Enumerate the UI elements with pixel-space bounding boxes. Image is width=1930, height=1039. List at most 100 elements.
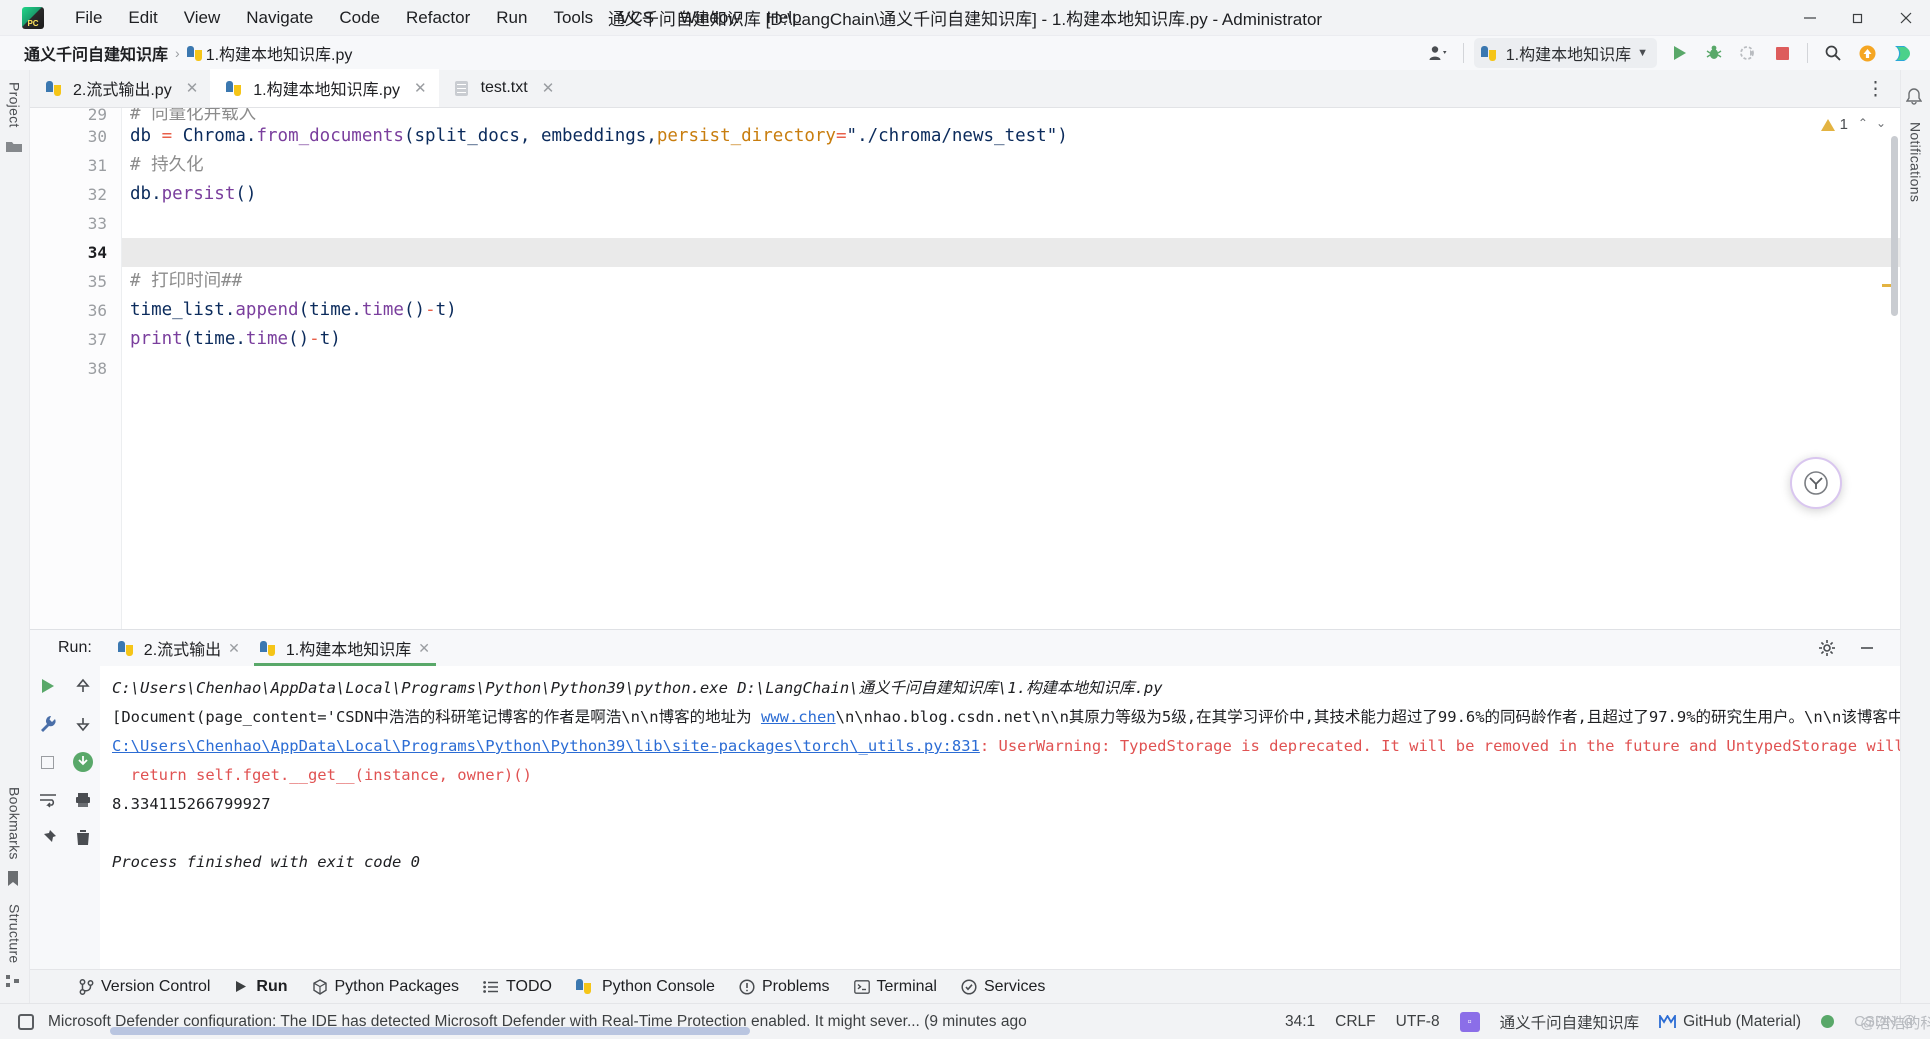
pin-icon[interactable] <box>36 826 60 850</box>
menu-window[interactable]: Window <box>667 4 753 32</box>
menu-file[interactable]: File <box>62 4 115 32</box>
wrench-icon[interactable] <box>36 712 60 736</box>
code-row[interactable]: db = Chroma.from_documents(split_docs, e… <box>122 122 1900 151</box>
search-everywhere-button[interactable] <box>1818 39 1848 67</box>
menu-navigate[interactable]: Navigate <box>233 4 326 32</box>
line-separator[interactable]: CRLF <box>1335 1013 1375 1031</box>
code-row[interactable] <box>122 209 1900 238</box>
editor-gutter[interactable]: 29 30 31 32 33 34 35 36 37 38 <box>30 108 122 629</box>
run-configuration-selector[interactable]: 1.构建本地知识库 ▼ <box>1473 38 1657 68</box>
toolwindow-services[interactable]: Services <box>950 974 1056 1000</box>
run-with-coverage-button[interactable] <box>1733 39 1763 67</box>
tabs-overflow-icon[interactable]: ⋮ <box>1866 78 1900 107</box>
toolwindow-python-console[interactable]: Python Console <box>565 974 726 1000</box>
code-editor[interactable]: 29 30 31 32 33 34 35 36 37 38 # 向量化并载入 db = Chroma… <box>30 108 1900 629</box>
scroll-down-icon[interactable] <box>71 712 95 736</box>
line-number[interactable]: 32 <box>30 180 107 209</box>
maximize-button[interactable] <box>1834 0 1882 36</box>
bookmark-icon[interactable] <box>5 870 25 890</box>
console-link[interactable]: C:\Users\Chenhao\AppData\Local\Programs\… <box>112 737 980 755</box>
rail-item-notifications[interactable]: Notifications <box>1908 122 1924 202</box>
status-project-name[interactable]: 通义千问自建知识库 <box>1500 1011 1640 1033</box>
menu-tools[interactable]: Tools <box>540 4 606 32</box>
editor-code-area[interactable]: # 向量化并载入 db = Chroma.from_documents(split… <box>122 108 1900 629</box>
minimize-icon[interactable] <box>1852 634 1882 662</box>
bell-icon[interactable] <box>1905 88 1926 108</box>
inspection-nav[interactable]: ⌃ ⌄ <box>1858 116 1886 130</box>
event-log-icon[interactable] <box>18 1013 34 1030</box>
menu-view[interactable]: View <box>171 4 234 32</box>
file-encoding[interactable]: UTF-8 <box>1396 1013 1440 1031</box>
menu-refactor[interactable]: Refactor <box>393 4 483 32</box>
toolwindow-problems[interactable]: Problems <box>728 974 841 1000</box>
ai-assistant-button[interactable] <box>1886 39 1916 67</box>
debug-button[interactable] <box>1699 39 1729 67</box>
update-project-button[interactable] <box>1852 39 1882 67</box>
trash-icon[interactable] <box>71 826 95 850</box>
rail-item-project[interactable]: Project <box>7 82 23 128</box>
prev-problem-icon[interactable]: ⌃ <box>1858 116 1868 130</box>
code-row[interactable]: # 打印时间## <box>122 267 1900 296</box>
line-number[interactable]: 33 <box>30 209 107 238</box>
run-tab-0[interactable]: 2.流式输出 ✕ <box>108 630 250 666</box>
breadcrumb-project[interactable]: 通义千问自建知识库 <box>24 41 168 65</box>
line-number[interactable]: 37 <box>30 325 107 354</box>
soft-wrap-icon[interactable] <box>36 788 60 812</box>
toolwindow-terminal[interactable]: Terminal <box>843 974 948 1000</box>
rail-item-structure[interactable]: Structure <box>7 904 23 964</box>
minimize-button[interactable] <box>1786 0 1834 36</box>
assistant-widget[interactable] <box>1790 457 1842 509</box>
menu-code[interactable]: Code <box>326 4 393 32</box>
rerun-icon[interactable] <box>36 674 60 698</box>
line-number[interactable]: 34 <box>30 238 107 267</box>
interpreter-chip-icon[interactable]: ▫ <box>1459 1011 1480 1032</box>
editor-tab-2[interactable]: test.txt ✕ <box>439 69 567 107</box>
code-row[interactable]: print(time.time()-t) <box>122 325 1900 354</box>
caret-position[interactable]: 34:1 <box>1285 1013 1315 1031</box>
stop-icon[interactable] <box>36 750 60 774</box>
toolwindow-run[interactable]: Run <box>223 974 298 1000</box>
code-row[interactable] <box>122 238 1900 267</box>
breadcrumb-file[interactable]: 1.构建本地知识库.py <box>206 41 353 65</box>
menu-edit[interactable]: Edit <box>115 4 170 32</box>
inspection-warning-indicator[interactable]: 1 <box>1820 116 1848 133</box>
gear-icon[interactable] <box>1812 634 1842 662</box>
line-number[interactable]: 30 <box>30 122 107 151</box>
close-icon[interactable]: ✕ <box>542 79 555 97</box>
run-console-output[interactable]: C:\Users\Chenhao\AppData\Local\Programs\… <box>100 666 1900 969</box>
line-number[interactable]: 36 <box>30 296 107 325</box>
line-number[interactable]: 38 <box>30 354 107 383</box>
code-row[interactable]: # 持久化 <box>122 151 1900 180</box>
console-horizontal-scrollbar[interactable] <box>110 1027 750 1035</box>
print-icon[interactable] <box>71 788 95 812</box>
scroll-up-icon[interactable] <box>71 674 95 698</box>
menu-help[interactable]: Help <box>754 4 815 32</box>
toolwindow-python-packages[interactable]: Python Packages <box>301 974 471 1000</box>
toolwindow-todo[interactable]: TODO <box>472 974 563 1000</box>
rail-item-bookmarks[interactable]: Bookmarks <box>7 787 23 860</box>
close-button[interactable] <box>1882 0 1930 36</box>
code-row[interactable]: time_list.append(time.time()-t) <box>122 296 1900 325</box>
inspection-status-icon[interactable] <box>1821 1015 1835 1028</box>
user-account-icon[interactable] <box>1423 39 1453 67</box>
editor-tab-1[interactable]: 1.构建本地知识库.py ✕ <box>210 69 439 107</box>
menu-run[interactable]: Run <box>483 4 540 32</box>
editor-vertical-scrollbar[interactable] <box>1891 136 1898 316</box>
stop-button[interactable] <box>1767 39 1797 67</box>
code-row[interactable] <box>122 354 1900 383</box>
folder-icon[interactable] <box>5 138 25 158</box>
menu-vcs[interactable]: VCS <box>606 4 667 32</box>
editor-tab-0[interactable]: 2.流式输出.py ✕ <box>30 69 210 107</box>
close-icon[interactable]: ✕ <box>228 640 240 657</box>
toolwindow-version-control[interactable]: Version Control <box>68 974 221 1000</box>
close-icon[interactable]: ✕ <box>414 79 427 97</box>
code-row[interactable]: db.persist() <box>122 180 1900 209</box>
next-problem-icon[interactable]: ⌄ <box>1876 116 1886 130</box>
vcs-status[interactable]: GitHub (Material) <box>1659 1013 1801 1031</box>
download-badge-icon[interactable] <box>71 750 95 774</box>
line-number[interactable]: 35 <box>30 267 107 296</box>
run-tab-1[interactable]: 1.构建本地知识库 ✕ <box>250 630 440 666</box>
close-icon[interactable]: ✕ <box>418 640 430 657</box>
console-link[interactable]: www.chen <box>761 708 836 726</box>
close-icon[interactable]: ✕ <box>186 79 199 97</box>
